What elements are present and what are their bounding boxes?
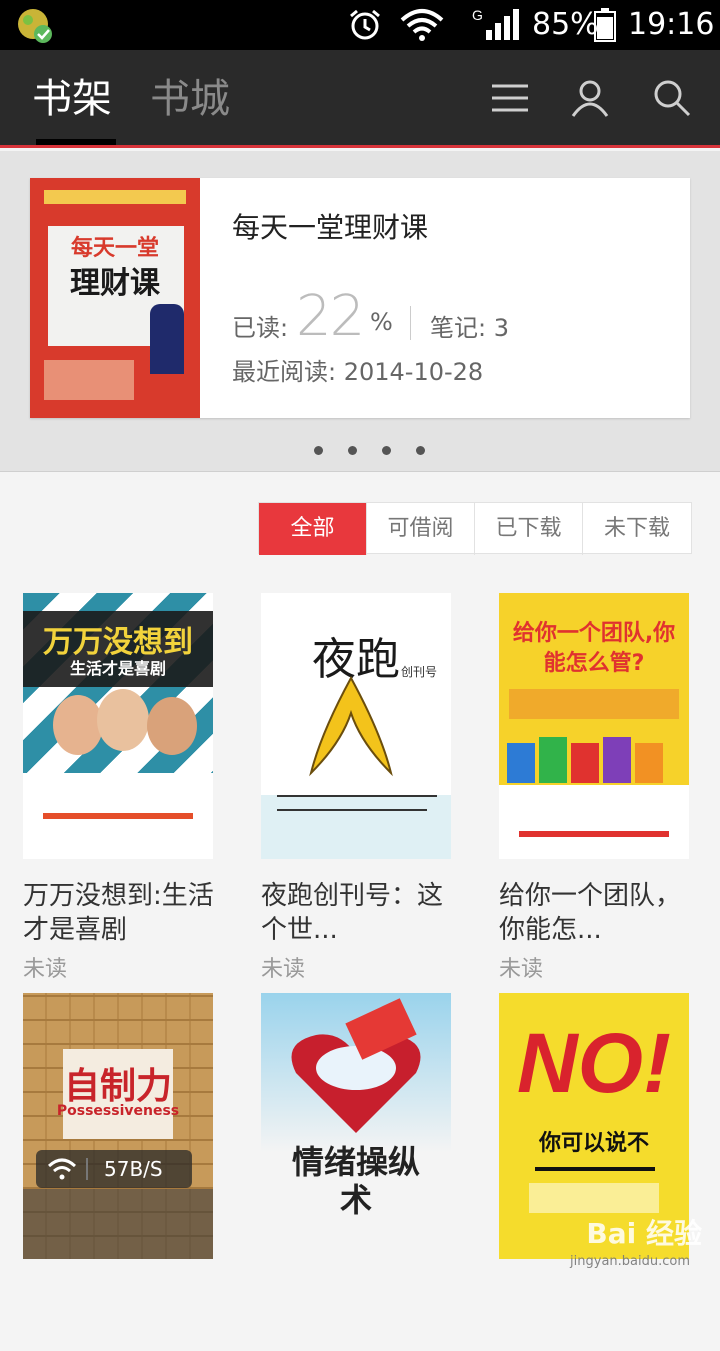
cover-subtitle: 你可以说不 [538, 1131, 649, 1156]
read-progress-value: 22 [296, 284, 365, 349]
tab-bookshelf[interactable]: 书架 [32, 74, 112, 124]
cover-subtitle: Possessiveness [56, 1103, 180, 1119]
network-speed-overlay: 57B/S [36, 1150, 192, 1188]
book-cover: 万万没想到 生活才是喜剧 [23, 593, 213, 859]
clock: 19:16 [628, 7, 715, 42]
recent-book-card[interactable]: 每天一堂 理财课 每天一堂理财课 已读: 22 % 笔记: 3 最近阅读: 20… [30, 178, 690, 418]
app-notification-icon [18, 9, 52, 43]
cover-title: 自制力 [63, 1066, 172, 1107]
banana-illustration [309, 675, 393, 777]
book-status: 未读 [499, 957, 544, 982]
cover-title: NO! [517, 1016, 671, 1110]
book-cover: 自制力 Possessiveness [23, 993, 213, 1259]
watermark-logo: Bai 经验 [586, 1217, 702, 1250]
read-label: 已读: [232, 314, 289, 342]
menu-icon[interactable] [490, 78, 530, 118]
book-item[interactable]: 夜跑 创刊号 夜跑创刊号：这个世... 未读 [261, 593, 451, 983]
book-cover: 给你一个团队,你能怎么管? [499, 593, 689, 859]
book-status: 未读 [23, 957, 68, 982]
book-item[interactable]: 万万没想到 生活才是喜剧 万万没想到:生活才是喜剧 未读 [23, 593, 214, 983]
book-status: 未读 [261, 957, 306, 982]
page-dot [382, 446, 391, 455]
network-speed-value: 57B/S [104, 1157, 163, 1181]
page-dot [314, 446, 323, 455]
wifi-icon [48, 1158, 76, 1180]
recent-book-title: 每天一堂理财课 [232, 211, 429, 244]
notes-count: 笔记: 3 [430, 314, 509, 342]
cover-title-line2: 理财课 [70, 266, 160, 301]
divider [410, 306, 411, 340]
book-title [261, 1279, 461, 1347]
book-item[interactable]: 给你一个团队,你能怎么管? 给你一个团队，你能怎... 未读 [499, 593, 689, 983]
cover-title: 给你一个团队,你能怎么管? [512, 621, 676, 676]
book-cover: 夜跑 创刊号 [261, 593, 451, 859]
battery-icon [594, 8, 616, 42]
tab-bookstore[interactable]: 书城 [150, 74, 230, 124]
filter-all[interactable]: 全部 [259, 503, 367, 555]
book-item[interactable]: 情绪操纵术 [261, 993, 451, 1351]
filter-borrowable[interactable]: 可借阅 [367, 503, 475, 555]
filter-downloaded[interactable]: 已下载 [475, 503, 583, 555]
signal-icon: G [472, 8, 519, 40]
book-title: 给你一个团队，你能怎... [499, 881, 682, 945]
svg-text:G: G [472, 8, 483, 23]
cover-subtitle: 生活才是喜剧 [69, 659, 166, 678]
watermark-url: jingyan.baidu.com [570, 1254, 690, 1269]
page-dot [348, 446, 357, 455]
page-dot [416, 446, 425, 455]
read-progress-unit: % [370, 308, 393, 336]
top-nav: 书架 书城 [0, 50, 720, 148]
status-bar: G 85% 19:16 [0, 0, 720, 50]
recent-reading-banner: 每天一堂 理财课 每天一堂理财课 已读: 22 % 笔记: 3 最近阅读: 20… [0, 151, 720, 472]
book-title [23, 1279, 223, 1347]
book-title: 万万没想到:生活才是喜剧 [23, 881, 214, 945]
book-title [499, 1279, 699, 1347]
user-icon[interactable] [570, 78, 610, 118]
last-read-date: 最近阅读: 2014-10-28 [232, 358, 484, 386]
search-icon[interactable] [652, 78, 692, 118]
page-indicator [314, 440, 450, 455]
book-item[interactable]: NO! 你可以说不 [499, 993, 689, 1351]
cover-title: 情绪操纵术 [291, 1143, 420, 1219]
filter-not-downloaded[interactable]: 未下载 [583, 503, 691, 555]
book-title: 夜跑创刊号：这个世... [261, 881, 444, 945]
shelf-filter: 全部 可借阅 已下载 未下载 [258, 502, 692, 555]
wifi-icon [400, 9, 444, 41]
active-tab-indicator [36, 139, 116, 145]
book-cover: 每天一堂 理财课 [30, 178, 200, 418]
battery-percent: 85% [532, 7, 599, 42]
alarm-icon [350, 9, 380, 40]
book-cover: 情绪操纵术 [261, 993, 451, 1259]
